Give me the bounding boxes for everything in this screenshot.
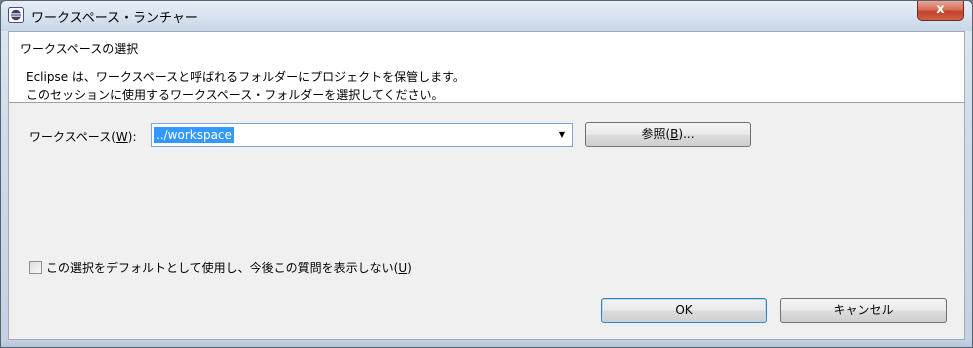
ok-button[interactable]: OK [601,298,767,323]
workspace-label-prefix: ワークスペース( [29,130,116,144]
close-button[interactable]: x [917,1,964,21]
use-default-label-suffix: ) [407,261,412,275]
workspace-path-value[interactable]: ../workspace [154,127,234,143]
chevron-down-icon[interactable]: ▼ [555,128,569,142]
use-default-checkbox[interactable] [29,261,42,274]
description-line-1: Eclipse は、ワークスペースと呼ばれるフォルダーにプロジェクトを保管します… [26,70,465,84]
use-default-label[interactable]: この選択をデフォルトとして使用し、今後この質問を表示しない(U) [46,259,412,277]
dialog-heading: ワークスペースの選択 [20,42,139,56]
eclipse-icon [8,7,24,23]
window-title: ワークスペース・ランチャー [31,11,198,26]
workspace-label-mnemonic: W [115,130,128,144]
cancel-button[interactable]: キャンセル [780,298,947,323]
use-default-label-mnemonic: U [398,261,408,275]
browse-label-prefix: 参照( [641,127,671,141]
browse-label-suffix: )... [678,127,695,141]
workspace-label-suffix: ): [127,130,137,144]
description-line-2: このセッションに使用するワークスペース・フォルダーを選択してください。 [26,88,444,102]
workspace-launcher-window: ワークスペース・ランチャー x ワークスペースの選択 Eclipse は、ワーク… [0,0,973,348]
title-bar[interactable]: ワークスペース・ランチャー x [1,1,972,31]
workspace-combo[interactable]: ../workspace ▼ [151,123,573,147]
window-bottom-border [1,340,972,347]
dialog-client-area: ワークスペースの選択 Eclipse は、ワークスペースと呼ばれるフォルダーにプ… [8,31,965,340]
browse-button[interactable]: 参照(B)... [585,122,751,147]
dialog-description: Eclipse は、ワークスペースと呼ばれるフォルダーにプロジェクトを保管します… [26,68,465,104]
dialog-header: ワークスペースの選択 Eclipse は、ワークスペースと呼ばれるフォルダーにプ… [9,32,964,103]
use-default-label-prefix: この選択をデフォルトとして使用し、今後この質問を表示しない( [46,261,399,275]
close-icon: x [936,2,945,17]
workspace-label: ワークスペース(W): [29,128,137,145]
